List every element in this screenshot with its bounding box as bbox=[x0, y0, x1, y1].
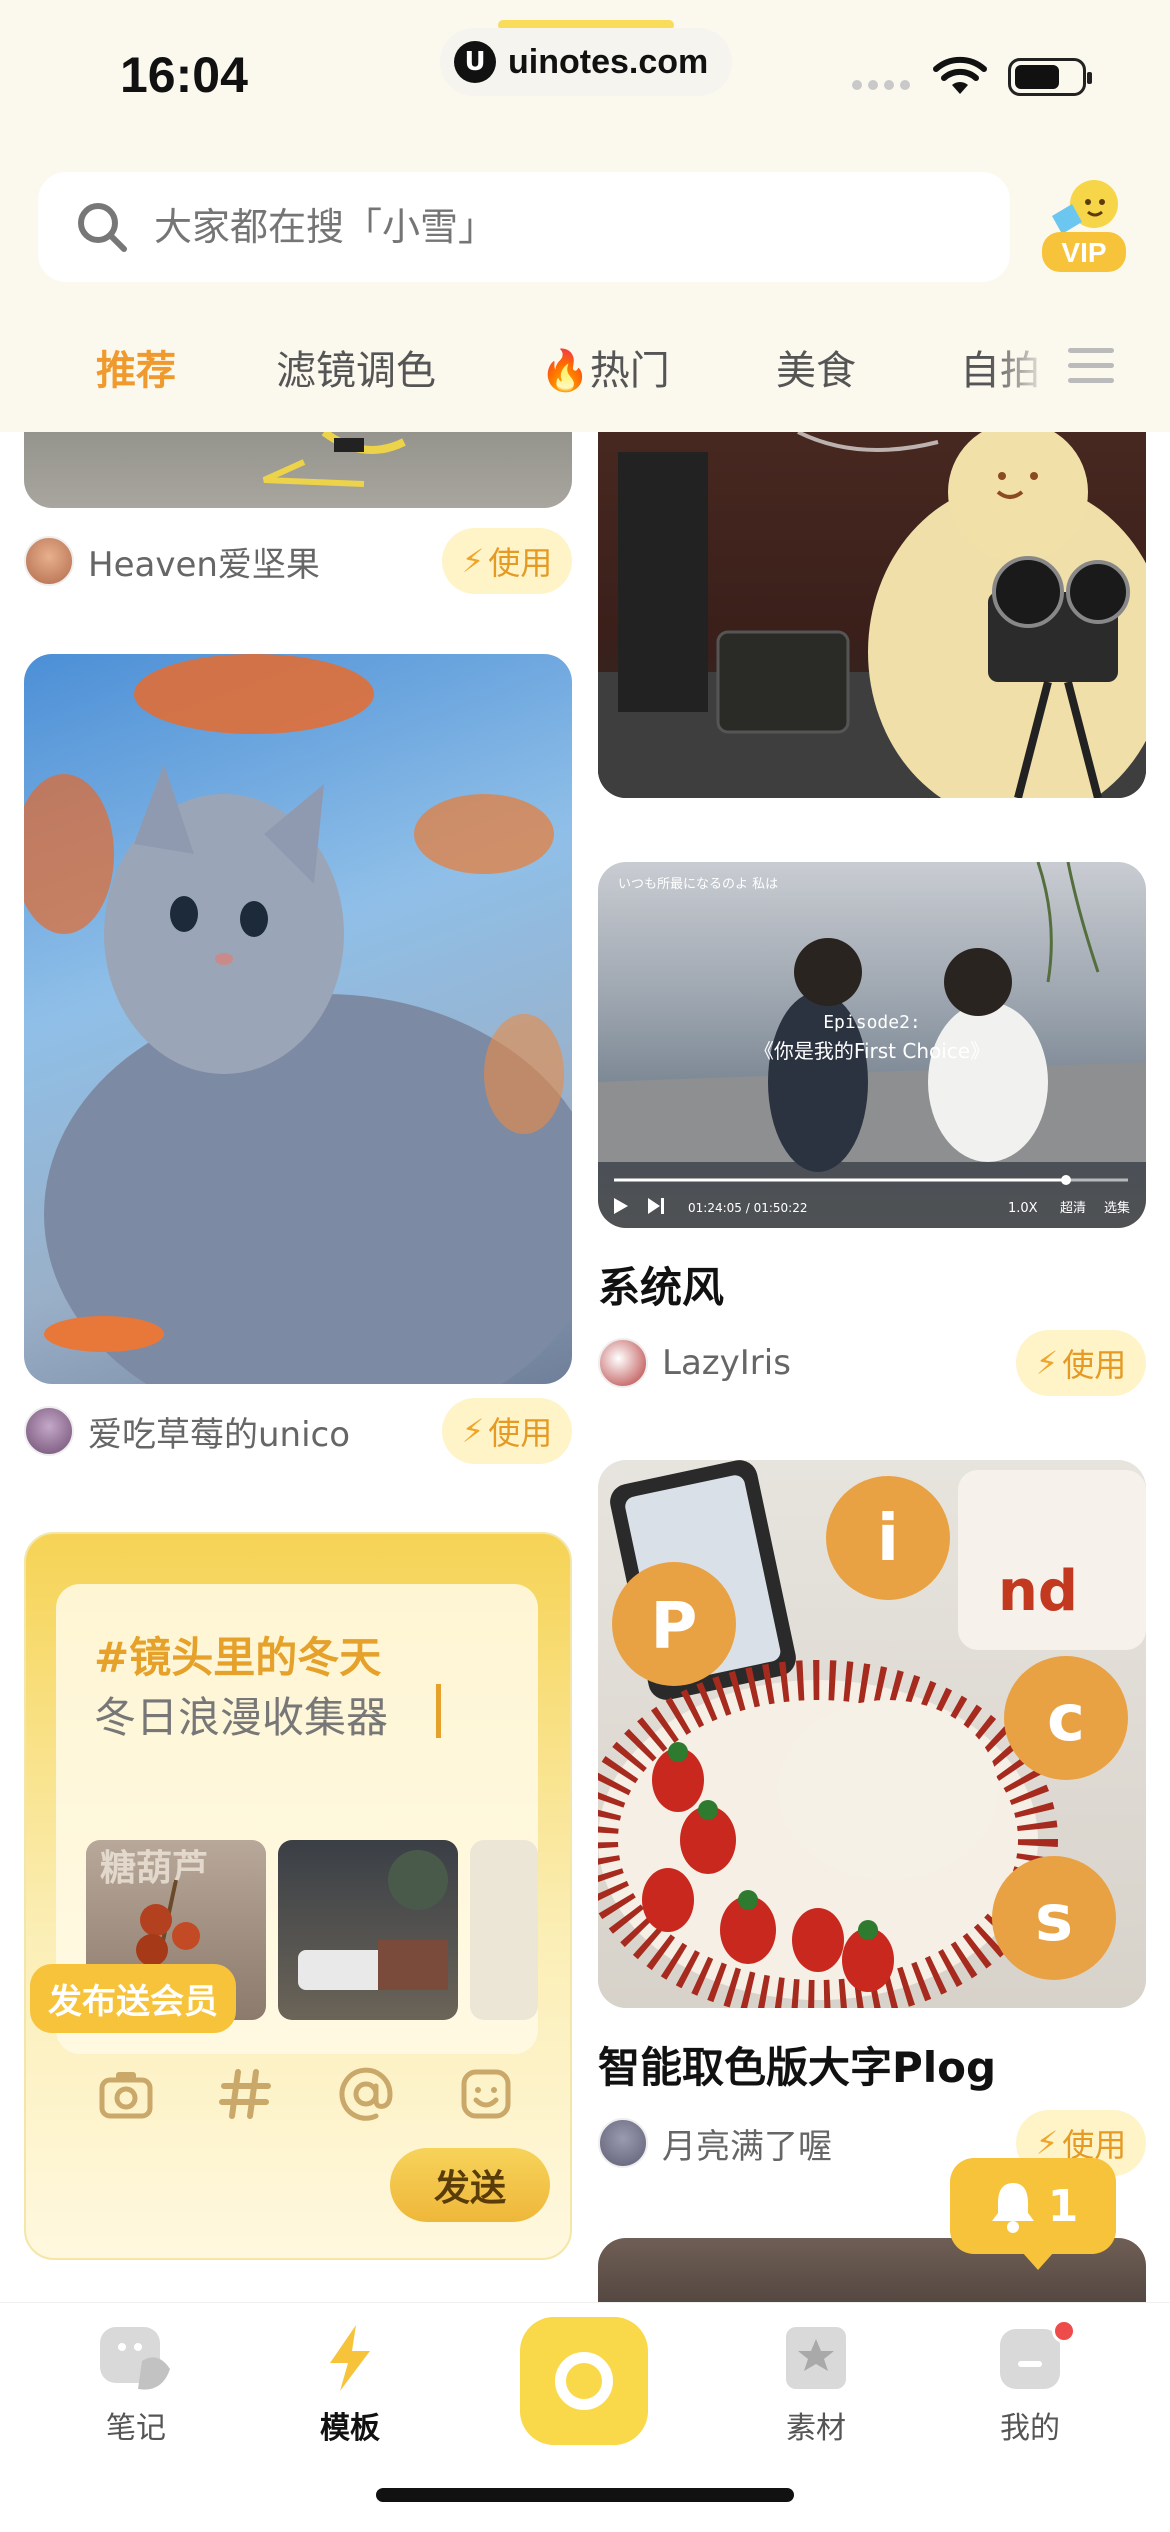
tab-filter[interactable]: 滤镜调色 bbox=[276, 338, 436, 396]
video-select: 选集 bbox=[1104, 1200, 1130, 1216]
avatar bbox=[24, 536, 74, 586]
author-name: Heaven爱坚果 bbox=[88, 544, 320, 585]
avatar bbox=[598, 1338, 648, 1388]
video-speed: 1.0X bbox=[1008, 1201, 1038, 1216]
home-indicator bbox=[376, 2488, 794, 2502]
use-button[interactable]: ⚡ 使用 bbox=[442, 528, 572, 594]
letter-bubble: c bbox=[1047, 1682, 1085, 1756]
tabs-fade bbox=[990, 320, 1050, 410]
card-image-1[interactable] bbox=[24, 432, 572, 508]
star-folder-icon bbox=[786, 2327, 846, 2389]
video-caption: 《你是我的First Choice》 bbox=[754, 1039, 990, 1063]
use-button[interactable]: ⚡ 使用 bbox=[442, 1398, 572, 1464]
status-bar: 16:04 U uinotes.com bbox=[0, 0, 1170, 150]
card-title: 智能取色版大字Plog bbox=[598, 2043, 997, 2092]
url-pill[interactable]: U uinotes.com bbox=[440, 28, 732, 96]
tab-templates[interactable]: 模板 bbox=[280, 2321, 420, 2447]
emoji-icon[interactable] bbox=[456, 2064, 516, 2124]
camera-ring-icon bbox=[555, 2352, 613, 2410]
card-author-3[interactable]: LazyIris bbox=[598, 1338, 791, 1388]
author-name: LazyIris bbox=[662, 1343, 791, 1383]
camera-button[interactable] bbox=[520, 2317, 648, 2445]
tab-materials[interactable]: 素材 bbox=[746, 2321, 886, 2447]
bolt-icon bbox=[330, 2325, 370, 2391]
video-time: 01:24:05 / 01:50:22 bbox=[688, 1201, 807, 1215]
send-button[interactable]: 发送 bbox=[390, 2148, 550, 2222]
search-input[interactable] bbox=[154, 205, 934, 249]
search-bar[interactable] bbox=[38, 172, 1010, 282]
video-episode: Episode2: bbox=[823, 1012, 921, 1033]
author-name: 月亮满了喔 bbox=[662, 2126, 832, 2167]
at-icon[interactable] bbox=[336, 2064, 396, 2124]
url-text: uinotes.com bbox=[508, 42, 709, 81]
feed: Heaven爱坚果 ⚡ 使用 爱吃草莓的unico ⚡ 使用 #镜头里的冬天 冬… bbox=[0, 432, 1170, 2302]
author-name: 爱吃草莓的unico bbox=[88, 1414, 351, 1455]
bolt-icon: ⚡ bbox=[461, 1412, 485, 1450]
signal-icon bbox=[852, 80, 910, 90]
card-image-food[interactable]: nd P i c s bbox=[598, 1460, 1146, 2008]
text-caret bbox=[436, 1684, 441, 1738]
publish-reward-badge: 发布送会员 bbox=[30, 1964, 236, 2033]
tab-food[interactable]: 美食 bbox=[776, 338, 856, 396]
bolt-icon: ⚡ bbox=[1035, 2124, 1059, 2162]
letter-bubble: s bbox=[1035, 1882, 1073, 1956]
publish-thumb-2[interactable] bbox=[278, 1840, 458, 2020]
avatar bbox=[24, 1406, 74, 1456]
bell-icon bbox=[991, 2183, 1034, 2233]
hash-icon[interactable] bbox=[216, 2064, 276, 2124]
use-button[interactable]: ⚡ 使用 bbox=[1016, 1330, 1146, 1396]
use-label: 使用 bbox=[488, 544, 553, 582]
vip-badge[interactable]: VIP bbox=[1038, 174, 1130, 280]
publish-thumb-3 bbox=[470, 1840, 538, 2020]
avatar bbox=[598, 2118, 648, 2168]
card-image-video[interactable]: Episode2: 《你是我的First Choice》 いつも所最になるのよ … bbox=[598, 862, 1146, 1228]
card-author-1[interactable]: Heaven爱坚果 bbox=[24, 536, 320, 586]
card-title: 系统风 bbox=[598, 1263, 725, 1312]
video-quality: 超清 bbox=[1060, 1201, 1086, 1216]
card-image-camera[interactable] bbox=[598, 432, 1146, 798]
menu-icon[interactable] bbox=[1068, 348, 1114, 386]
wifi-icon bbox=[933, 56, 987, 94]
svg-text:nd: nd bbox=[998, 1559, 1078, 1624]
tab-hot[interactable]: 🔥热门 bbox=[540, 338, 670, 396]
tab-label: 笔记 bbox=[106, 2411, 166, 2446]
video-top-text: いつも所最になるのよ 私は bbox=[618, 877, 778, 892]
tab-me[interactable]: 我的 bbox=[960, 2321, 1100, 2447]
tab-recommend[interactable]: 推荐 bbox=[96, 338, 176, 396]
header: VIP 推荐 滤镜调色 🔥热门 美食 自拍 bbox=[0, 150, 1170, 432]
letter-bubble: i bbox=[877, 1502, 899, 1576]
unread-dot bbox=[1052, 2319, 1076, 2343]
letter-bubble: P bbox=[651, 1590, 698, 1664]
battery-icon bbox=[1008, 58, 1092, 96]
vip-text: VIP bbox=[1061, 237, 1106, 268]
bolt-icon: ⚡ bbox=[1035, 1344, 1059, 1382]
notification-count: 1 bbox=[1047, 2180, 1079, 2232]
camera-icon[interactable] bbox=[96, 2064, 156, 2124]
use-label: 使用 bbox=[488, 1414, 553, 1452]
notes-icon bbox=[100, 2327, 170, 2390]
status-time: 16:04 bbox=[120, 47, 248, 103]
notification-bubble[interactable]: 1 bbox=[950, 2158, 1116, 2270]
site-logo-icon: U bbox=[454, 41, 496, 83]
thumb-text: 糖葫芦 bbox=[100, 1848, 208, 1889]
publish-subtitle: 冬日浪漫收集器 bbox=[94, 1693, 389, 1742]
tab-label: 素材 bbox=[786, 2411, 846, 2446]
search-icon bbox=[78, 203, 127, 252]
tab-notes[interactable]: 笔记 bbox=[66, 2321, 206, 2447]
tab-label: 我的 bbox=[1000, 2411, 1060, 2446]
bolt-icon: ⚡ bbox=[461, 542, 485, 580]
use-label: 使用 bbox=[1062, 1346, 1127, 1384]
card-author-2[interactable]: 爱吃草莓的unico bbox=[24, 1406, 350, 1456]
publish-toolbar bbox=[96, 2064, 516, 2124]
tab-label: 模板 bbox=[320, 2411, 380, 2446]
card-author-4[interactable]: 月亮满了喔 bbox=[598, 2118, 832, 2168]
publish-card[interactable]: #镜头里的冬天 冬日浪漫收集器 糖葫芦 发布送会员 发送 bbox=[24, 1532, 572, 2260]
card-image-cat[interactable] bbox=[24, 654, 572, 1384]
publish-hashtag: #镜头里的冬天 bbox=[94, 1633, 382, 1682]
category-tabs: 推荐 滤镜调色 🔥热门 美食 自拍 bbox=[0, 320, 1170, 410]
